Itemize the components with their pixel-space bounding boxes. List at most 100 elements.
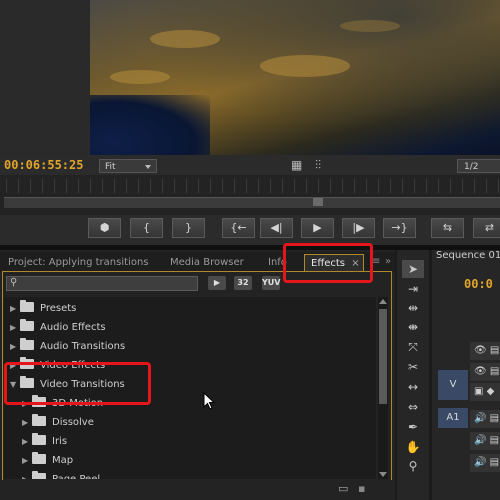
tab-sequence[interactable]: Sequence 01: [436, 250, 500, 266]
zoom-tool-icon[interactable]: ⚲: [402, 457, 424, 475]
video-texture: [150, 30, 220, 48]
audio-track-toggle[interactable]: 🔊 ▤: [470, 454, 500, 472]
tab-media-browser[interactable]: Media Browser: [164, 254, 250, 272]
video-water-area: [90, 95, 210, 155]
folder-icon: [32, 471, 46, 479]
playback-resolution-value: 1/2: [464, 162, 479, 172]
video-preview: [90, 0, 500, 155]
effects-tree-label: Audio Effects: [40, 322, 106, 333]
step-back-icon: ◀|: [270, 221, 283, 234]
zoom-level-value: Fit: [105, 162, 116, 172]
folder-icon: [20, 319, 34, 331]
effects-tree-label: Presets: [40, 303, 77, 314]
playhead-timecode[interactable]: 00:06:55:25: [4, 158, 83, 172]
effects-search-input[interactable]: ⚲: [6, 276, 198, 291]
panel-menu-icon[interactable]: ≡: [372, 256, 380, 267]
zoom-scroll-handle[interactable]: [313, 198, 323, 206]
slide-tool-icon[interactable]: ⇔: [402, 398, 424, 416]
video-track-toggle[interactable]: 👁 ▤: [470, 363, 500, 381]
ruler-ticks: [6, 179, 500, 193]
effects-tree-item[interactable]: ▶ Presets: [10, 300, 76, 318]
mark-in-icon: {: [143, 221, 150, 234]
yuv-effects-badge[interactable]: YUV: [262, 276, 280, 290]
video-track-header[interactable]: V: [438, 370, 468, 400]
pen-tool-icon[interactable]: ✒: [402, 418, 424, 436]
slip-tool-icon[interactable]: ↔: [402, 378, 424, 396]
tab-project[interactable]: Project: Applying transitions: [2, 254, 155, 272]
go-to-out-icon: →}: [391, 221, 408, 234]
video-transitions-highlight: [4, 362, 151, 405]
track-select-tool-icon[interactable]: ⇥: [402, 280, 424, 298]
step-back-button[interactable]: ◀|: [260, 218, 293, 238]
sequence-timecode[interactable]: 00:0: [464, 277, 493, 291]
selection-tool-icon[interactable]: ➤: [402, 260, 424, 278]
effects-scrollbar[interactable]: [378, 297, 388, 479]
audio-track-toggle[interactable]: 🔊 ▤: [470, 410, 500, 428]
ripple-edit-tool-icon[interactable]: ⇹: [402, 299, 424, 317]
rate-stretch-tool-icon[interactable]: ⤧: [402, 338, 424, 356]
disclosure-collapsed-icon[interactable]: ▶: [10, 300, 20, 318]
mark-in-button[interactable]: {: [130, 218, 163, 238]
folder-icon: [32, 414, 46, 426]
step-forward-icon: |▶: [352, 221, 365, 234]
folder-icon: [20, 338, 34, 350]
waveform-icon[interactable]: ⫶⫶: [315, 158, 321, 173]
audio-track-toggle[interactable]: 🔊 ▤: [470, 432, 500, 450]
overwrite-button[interactable]: ⇄: [473, 218, 500, 238]
razor-tool-icon[interactable]: ✂: [402, 358, 424, 376]
mark-out-button[interactable]: }: [172, 218, 205, 238]
hand-tool-icon[interactable]: ✋: [402, 438, 424, 456]
disclosure-collapsed-icon[interactable]: ▶: [22, 452, 32, 470]
disclosure-collapsed-icon[interactable]: ▶: [22, 433, 32, 451]
search-icon: ⚲: [10, 277, 18, 288]
disclosure-collapsed-icon[interactable]: ▶: [10, 319, 20, 337]
video-track-toggle[interactable]: 👁 ▤: [470, 342, 500, 360]
effects-tree-item[interactable]: ▶ Page Peel: [22, 471, 100, 479]
folder-icon: [32, 433, 46, 445]
insert-icon: ⇆: [442, 221, 453, 234]
accelerated-effects-icon[interactable]: ▶: [208, 276, 226, 290]
disclosure-collapsed-icon[interactable]: ▶: [10, 338, 20, 356]
effects-tree-item[interactable]: ▶ Audio Effects: [10, 319, 106, 337]
effects-tree-label: Map: [52, 455, 74, 466]
overwrite-icon: ⇄: [484, 221, 495, 234]
go-to-out-button[interactable]: →}: [383, 218, 416, 238]
audio-track-header[interactable]: A1: [438, 408, 468, 428]
mouse-cursor-icon: [203, 392, 215, 410]
step-forward-button[interactable]: |▶: [342, 218, 375, 238]
32bit-effects-badge[interactable]: 32: [234, 276, 252, 290]
delete-icon[interactable]: ▪: [358, 482, 365, 495]
video-texture: [260, 55, 350, 77]
new-bin-icon[interactable]: ▭: [338, 482, 348, 495]
video-track-toggle[interactable]: ▣ ◆: [470, 383, 500, 401]
effects-tree-item[interactable]: ▶ Audio Transitions: [10, 338, 125, 356]
zoom-level-select[interactable]: Fit: [99, 159, 157, 173]
go-to-in-button[interactable]: {←: [222, 218, 255, 238]
effects-tree-label: Dissolve: [52, 417, 94, 428]
rolling-edit-tool-icon[interactable]: ⇼: [402, 318, 424, 336]
disclosure-collapsed-icon[interactable]: ▶: [22, 414, 32, 432]
mark-out-icon: }: [185, 221, 192, 234]
effects-tab-highlight: [283, 243, 373, 283]
disclosure-collapsed-icon[interactable]: ▶: [22, 471, 32, 479]
panel-overflow-icon[interactable]: »: [385, 256, 391, 267]
video-texture: [110, 70, 170, 84]
effects-tree-item[interactable]: ▶ Iris: [22, 433, 67, 451]
effects-tree-label: Audio Transitions: [40, 341, 126, 352]
add-marker-button[interactable]: ⬢: [88, 218, 121, 238]
zoom-scroll-bar[interactable]: [4, 197, 500, 208]
effects-footer: [0, 480, 395, 500]
insert-button[interactable]: ⇆: [431, 218, 464, 238]
play-button[interactable]: ▶: [301, 218, 334, 238]
scroll-thumb[interactable]: [379, 309, 387, 404]
scroll-down-icon[interactable]: [379, 472, 387, 477]
video-texture: [340, 20, 400, 32]
time-ruler[interactable]: [0, 175, 500, 215]
effects-tree-item[interactable]: ▶ Dissolve: [22, 414, 94, 432]
folder-icon: [32, 452, 46, 464]
playback-resolution-select[interactable]: 1/2: [457, 159, 500, 173]
play-icon: ▶: [313, 221, 322, 234]
scroll-up-icon[interactable]: [379, 299, 387, 304]
safe-margins-icon[interactable]: ▦: [291, 158, 302, 172]
effects-tree-item[interactable]: ▶ Map: [22, 452, 73, 470]
